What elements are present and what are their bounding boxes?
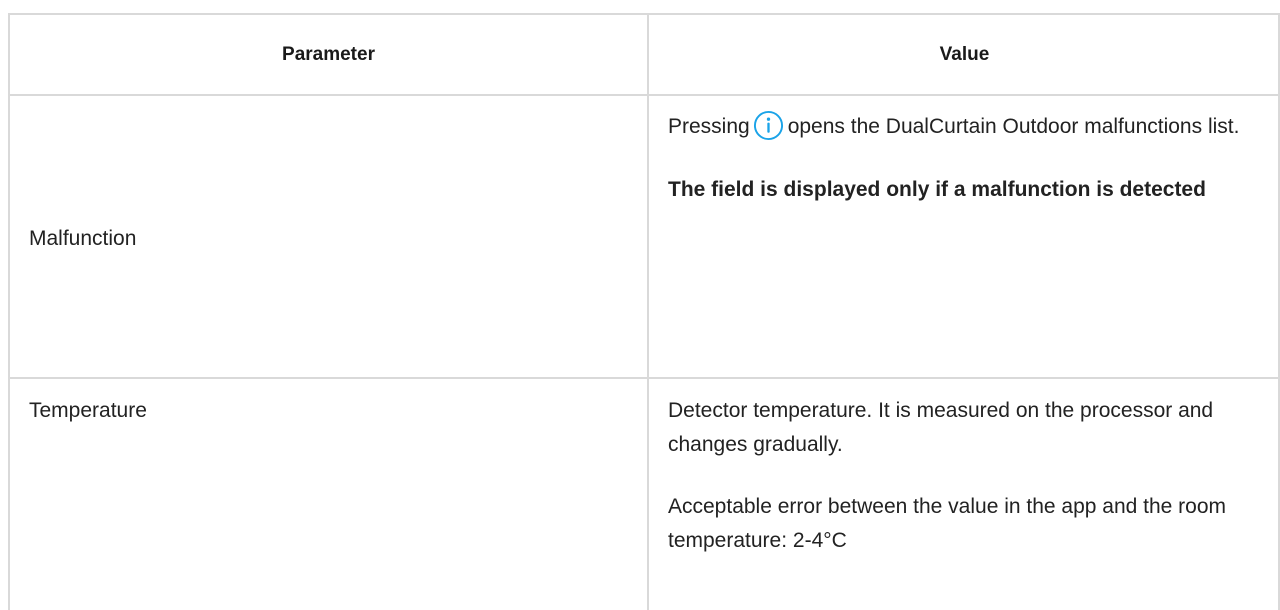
row-temperature-parameter: Temperature xyxy=(29,399,147,422)
malfunction-text-before-icon: Pressing xyxy=(668,115,750,138)
malfunction-note: The field is displayed only if a malfunc… xyxy=(668,178,1206,201)
header-value: Value xyxy=(939,43,990,65)
row-divider xyxy=(10,377,1280,379)
header-parameter: Parameter xyxy=(282,43,375,65)
column-divider xyxy=(647,15,649,610)
header-divider xyxy=(10,94,1280,96)
malfunction-text-after-icon: opens the DualCurtain Outdoor malfunctio… xyxy=(787,115,1240,138)
row-malfunction-parameter: Malfunction xyxy=(29,227,137,250)
row-malfunction-value: Pressing opens the DualCurtain Outdoor m… xyxy=(668,110,1258,207)
malfunction-description: Pressing opens the DualCurtain Outdoor m… xyxy=(668,110,1258,144)
row-temperature-value: Detector temperature. It is measured on … xyxy=(668,394,1258,558)
parameters-table: Parameter Value Malfunction Pressing ope… xyxy=(8,13,1280,610)
temperature-paragraph-1: Detector temperature. It is measured on … xyxy=(668,399,1214,456)
temperature-paragraph-2: Acceptable error between the value in th… xyxy=(668,495,1227,552)
info-icon[interactable] xyxy=(753,110,784,141)
